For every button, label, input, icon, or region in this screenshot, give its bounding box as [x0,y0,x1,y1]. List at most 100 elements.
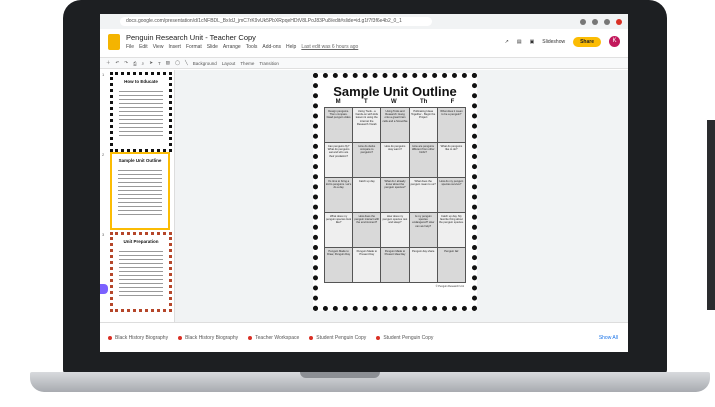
table-cell: Penguin Made to Present Day [353,248,381,282]
textbox-icon[interactable]: T [158,61,161,66]
thumbnail-text-lines [119,248,163,296]
header-right-tools: ↗ ▤ ▣ Slideshow Share K [505,36,620,47]
avatar[interactable]: K [609,36,620,47]
transition-button[interactable]: Transition [259,61,279,66]
select-icon[interactable]: ➤ [149,60,153,66]
layout-button[interactable]: Layout [222,61,236,66]
download-label: Black History Biography [185,334,239,341]
browser-icons [580,18,628,25]
download-item[interactable]: Student Penguin Copy [376,335,433,341]
table-cell: Is my penguin species endangered? How ca… [409,213,437,247]
extensions-icon[interactable] [604,18,610,25]
menu-bar: File Edit View Insert Format Slide Arran… [126,44,358,50]
table-cell: What do penguins like to do? [437,143,465,177]
table-cell: Penguin day share [409,248,437,282]
download-item[interactable]: Black History Biography [108,335,168,341]
day-header: M [335,99,341,105]
table-cell: Penguin fair [437,248,465,282]
undo-icon[interactable]: ↶ [116,60,120,66]
table-cell: What does the penguin mean to us? [409,178,437,212]
day-headers: M T W Th F [318,99,472,105]
download-item[interactable]: Teacher Workspace [248,335,299,341]
thumbnail-title: Unit Preparation [123,239,159,244]
downloads-bar: Black History Biography Black History Bi… [100,322,628,352]
table-cell: Catch up day. My favorite thing about th… [437,213,465,247]
line-icon[interactable]: ╲ [185,60,188,66]
table-cell: Pollinating Ideas Together - Begin the P… [409,108,437,142]
download-label: Student Penguin Copy [383,334,434,341]
slide-title[interactable]: Sample Unit Outline [318,84,472,99]
profile-icon[interactable] [616,18,622,25]
browser-address-bar: docs.google.com/presentation/d/1cNFBDL_B… [100,14,628,29]
menu-view[interactable]: View [153,44,164,50]
add-slide-icon[interactable]: ＋ [106,60,111,66]
table-cell: Catch up day [353,178,381,212]
editing-toolbar: ＋ ↶ ↷ ⎙ ⌕ ➤ T ▨ ◯ ╲ Background Layout Th… [100,57,628,69]
table-cell: What do I already know about the penguin… [381,178,409,212]
download-item[interactable]: Black History Biography [178,335,238,341]
last-edit-link[interactable]: Last edit was 6 hours ago [301,44,358,50]
slides-logo-icon[interactable] [108,34,120,50]
menu-tools[interactable]: Tools [246,44,258,50]
file-icon [248,335,253,340]
menu-format[interactable]: Format [186,44,202,50]
table-cell: How does my penguin species rest and sle… [381,213,409,247]
thumbnail-text-lines [119,88,163,136]
url-field[interactable]: docs.google.com/presentation/d/1cNFBDL_B… [120,17,432,26]
slide-thumbnail-3[interactable]: Unit Preparation [110,232,172,312]
menu-addons[interactable]: Add-ons [262,44,281,50]
share-button[interactable]: Share [573,36,601,47]
slide-thumbnail-panel: 1 How to Educate 2 Sample Unit Outline 3… [100,70,175,322]
print-icon[interactable]: ⎙ [133,61,137,66]
unit-outline-table: Design penguins. Then compare. Dead peng… [324,107,466,283]
background-device-edge [707,120,715,310]
meet-fab-icon[interactable] [100,284,108,294]
show-all-button[interactable]: Show All [599,335,618,341]
theme-button[interactable]: Theme [240,61,254,66]
image-icon[interactable]: ▨ [166,60,170,66]
thumbnail-number: 1 [102,72,105,77]
menu-help[interactable]: Help [286,44,296,50]
menu-insert[interactable]: Insert [168,44,181,50]
menu-arrange[interactable]: Arrange [223,44,241,50]
thumbnail-title: Sample Unit Outline [118,158,162,163]
activity-icon[interactable]: ↗ [505,39,509,45]
menu-slide[interactable]: Slide [207,44,218,50]
slide-thumbnail-2[interactable]: Sample Unit Outline [110,152,170,230]
share-page-icon[interactable] [580,18,586,25]
zoom-icon[interactable]: ⌕ [142,61,145,66]
file-icon [309,335,314,340]
current-slide[interactable]: Sample Unit Outline M T W Th F Design pe… [313,73,477,311]
table-cell: It's time to bring a kid to penguins. Le… [325,178,353,212]
slides-header: Penguin Research Unit - Teacher Copy Fil… [100,29,628,57]
slide-canvas[interactable]: Sample Unit Outline M T W Th F Design pe… [175,70,628,322]
table-cell: Design penguins. Then compare. Dead peng… [325,108,353,142]
table-cell: Using Tools - a hands-on with kids lesso… [353,108,381,142]
menu-edit[interactable]: Edit [139,44,148,50]
thumbnail-number: 3 [102,232,105,237]
day-header: W [390,99,397,105]
download-item[interactable]: Student Penguin Copy [309,335,366,341]
table-cell: What does it mean to be a penguin? [437,108,465,142]
day-header: Th [419,99,428,105]
bookmark-star-icon[interactable] [592,18,598,25]
file-icon [108,335,112,340]
background-button[interactable]: Background [193,61,217,66]
shape-icon[interactable]: ◯ [175,60,180,66]
table-cell: What does my penguin species look like? [325,213,353,247]
table-cell: How do ducks compare to penguins? [353,143,381,177]
day-header: T [363,99,368,105]
present-mode-icon[interactable]: ▣ [530,39,535,45]
slideshow-button[interactable]: Slideshow [542,39,565,45]
menu-file[interactable]: File [126,44,134,50]
thumbnail-text-lines [118,167,162,215]
file-icon [376,335,381,340]
file-icon [178,335,183,340]
table-cell: How do my penguin species survive? [437,178,465,212]
comments-icon[interactable]: ▤ [517,39,522,45]
table-cell: Can penguins fly? What do penguins eat a… [325,143,353,177]
table-cell: Using Tools and Research: Hang onto a gr… [381,108,409,142]
slide-thumbnail-1[interactable]: How to Educate [110,72,172,152]
redo-icon[interactable]: ↷ [124,60,128,66]
document-title[interactable]: Penguin Research Unit - Teacher Copy [126,33,256,42]
